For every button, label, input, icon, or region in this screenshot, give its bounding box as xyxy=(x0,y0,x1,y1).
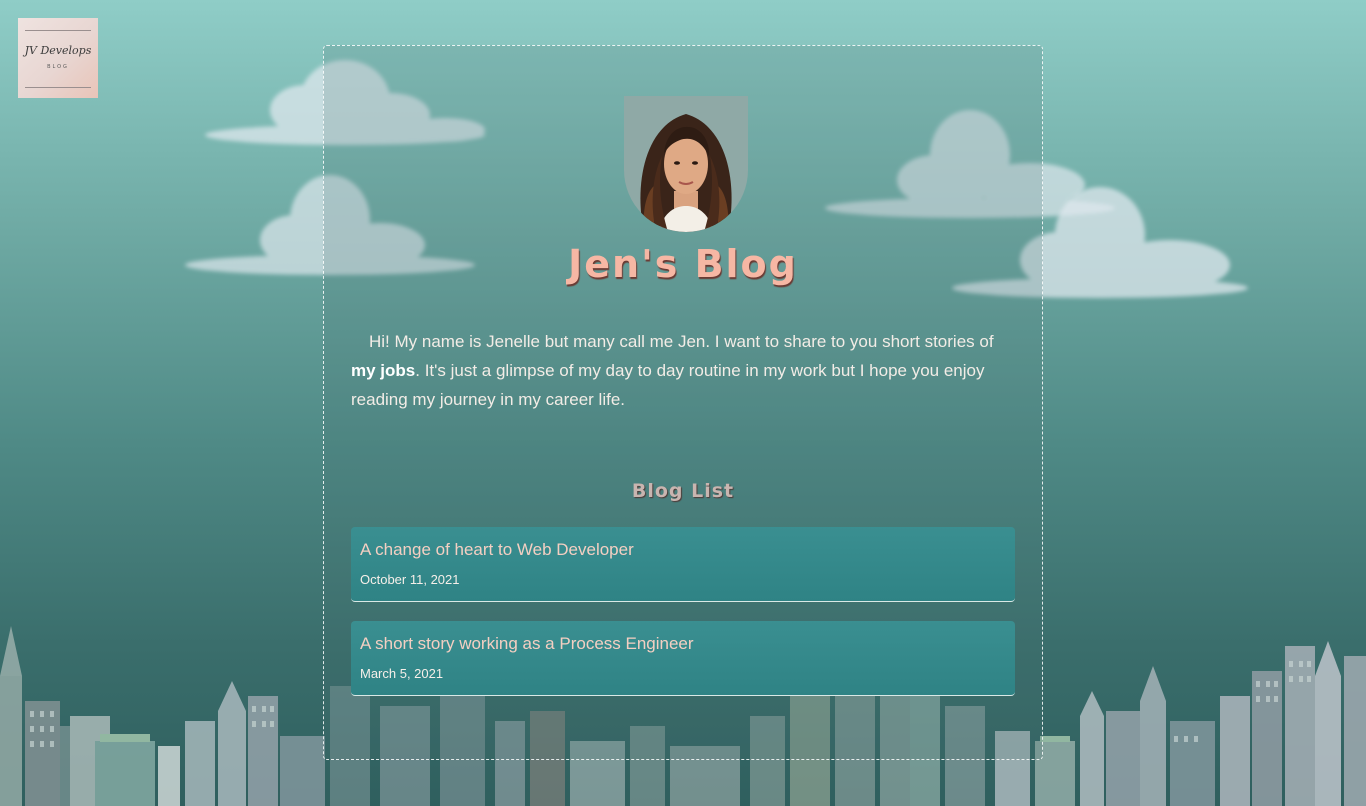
profile-avatar xyxy=(624,96,748,232)
blog-list-heading: Blog List xyxy=(631,480,735,502)
intro-paragraph: Hi! My name is Jenelle but many call me … xyxy=(351,327,1015,414)
blog-card: Jen's Blog Hi! My name is Jenelle but ma… xyxy=(323,45,1043,760)
post-date: October 11, 2021 xyxy=(360,572,460,587)
blog-title: Jen's Blog xyxy=(568,242,798,286)
post-title[interactable]: A short story working as a Process Engin… xyxy=(360,634,694,654)
intro-bold-text: my jobs xyxy=(351,361,416,380)
site-logo[interactable]: JV Develops BLOG xyxy=(18,18,98,98)
post-title[interactable]: A change of heart to Web Developer xyxy=(360,540,634,560)
blog-post-card[interactable]: A change of heart to Web Developer Octob… xyxy=(351,527,1015,602)
intro-text-end: . It's just a glimpse of my day to day r… xyxy=(351,361,985,409)
post-date: March 5, 2021 xyxy=(360,666,444,681)
logo-sub-text: BLOG xyxy=(47,64,69,70)
profile-photo-illustration xyxy=(624,96,748,232)
logo-frame xyxy=(25,30,91,88)
intro-text-start: Hi! My name is Jenelle but many call me … xyxy=(369,332,994,351)
logo-script-text: JV Develops xyxy=(24,44,92,57)
blog-post-card[interactable]: A short story working as a Process Engin… xyxy=(351,621,1015,696)
